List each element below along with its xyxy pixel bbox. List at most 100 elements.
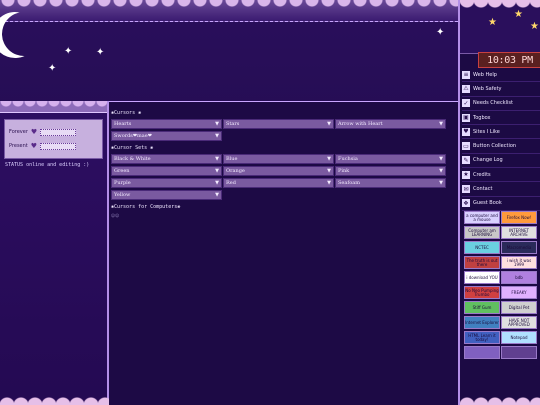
nav-button-collection[interactable]: ▭ Button Collection [462, 139, 540, 154]
left-lace-border [0, 101, 107, 113]
heart-icon: ♥ [30, 142, 38, 150]
sidebar-header: ★ ★ ★ [460, 0, 540, 54]
nav-web-help[interactable]: ≡ Web Help [462, 68, 540, 83]
chevron-down-icon: ▼ [439, 168, 443, 174]
cursor-dropdown-swords[interactable]: Swords❤mae❤ ▼ [111, 131, 222, 141]
cursor-set-dropdown[interactable]: Yellow ▼ [111, 190, 222, 200]
link-banner-button[interactable]: i wish it was 1999 [501, 256, 537, 269]
cursor-set-dropdown[interactable]: Orange ▼ [223, 166, 334, 176]
chevron-down-icon: ▼ [215, 180, 219, 186]
button-icon: ▭ [462, 142, 470, 151]
cursor-dropdown-arrow-heart[interactable]: Arrow with Heart ▼ [335, 119, 446, 129]
top-lace-border [0, 0, 458, 22]
link-banner-button[interactable]: Computer am LEARNING [464, 226, 500, 239]
nav-change-log[interactable]: ✎ Change Log [462, 154, 540, 169]
cursor-set-dropdown[interactable]: Green ▼ [111, 166, 222, 176]
chevron-down-icon: ▼ [439, 156, 443, 162]
chevron-down-icon: ▼ [215, 192, 219, 198]
sidebar-nav: ≡ Web Help ⚠ Web Safety ✓ Needs Checklist ▣… [462, 68, 540, 211]
nav-web-safety[interactable]: ⚠ Web Safety [462, 82, 540, 97]
star-icon: ★ [514, 9, 523, 20]
chevron-down-icon: ▼ [215, 168, 219, 174]
banner-row [464, 346, 538, 359]
link-banner-button[interactable]: Notepad [501, 331, 537, 344]
nav-sites-i-like[interactable]: ♥ Sites I Like [462, 125, 540, 140]
sparkle-icon: ✦ [436, 27, 445, 38]
cursor-set-dropdown[interactable]: Red ▼ [223, 178, 334, 188]
checklist-icon: ✓ [462, 99, 470, 108]
link-banner-button[interactable]: No Neo Pumping Trumbo [464, 286, 500, 299]
link-banner-button[interactable]: Digital Pet [501, 301, 537, 314]
nav-guest-book[interactable]: ❖ Guest Book [462, 197, 540, 211]
link-banner-button[interactable] [464, 346, 500, 359]
mail-icon: ✉ [462, 185, 470, 194]
main-content: ❀Cursors ❀ Hearts ▼ Stars ▼ Arrow with Hea… [109, 101, 458, 405]
star-icon: ★ [488, 17, 497, 28]
link-banner-button[interactable]: a computer and a mouse [464, 211, 500, 224]
cursor-set-dropdown[interactable]: Purple ▼ [111, 178, 222, 188]
warning-icon: ⚠ [462, 84, 470, 93]
sparkle-icon: ✦ [64, 46, 73, 57]
link-banner-button[interactable]: Stiff Gum [464, 301, 500, 314]
list-icon: ≡ [462, 70, 470, 79]
cursor-set-dropdown[interactable]: Blue ▼ [223, 154, 334, 164]
nav-credits[interactable]: ★ Credits [462, 168, 540, 183]
link-banner-button[interactable]: The truth is out there [464, 256, 500, 269]
cursor-sets-heading: ❀Cursor Sets ❀ [111, 145, 154, 151]
button-banner-grid: a computer and a mouse Firefox Now! Comput… [464, 211, 538, 361]
computers-note: ☺☺ [111, 213, 120, 218]
link-banner-button[interactable]: Firefox Now! [501, 211, 537, 224]
heart-icon: ♥ [30, 128, 38, 136]
banner-row: HTML Learn it today! Notepad [464, 331, 538, 344]
chevron-down-icon: ▼ [327, 168, 331, 174]
cursor-set-dropdown[interactable]: Seafoam ▼ [335, 178, 446, 188]
cursors-heading: ❀Cursors ❀ [111, 110, 142, 116]
nav-contact[interactable]: ✉ Contact [462, 182, 540, 197]
link-banner-button[interactable]: i download YOU [464, 271, 500, 284]
cursor-set-dropdown[interactable]: Fuchsia ▼ [335, 154, 446, 164]
banner-row: No Neo Pumping Trumbo FREAKY [464, 286, 538, 299]
chevron-down-icon: ▼ [327, 156, 331, 162]
link-banner-button[interactable]: bdb [501, 271, 537, 284]
right-sidebar: ★ ★ ★ 10:03 PM ≡ Web Help ⚠ Web Safety ✓ Ne… [458, 0, 540, 405]
cursors-grid: Hearts ▼ Stars ▼ Arrow with Heart ▼ Swords❤… [111, 119, 456, 141]
star-icon: ★ [530, 21, 539, 32]
chevron-down-icon: ▼ [439, 121, 443, 127]
status-row-present: Present ♥ [9, 142, 77, 150]
link-banner-button[interactable]: HTML Learn it today! [464, 331, 500, 344]
cursor-set-dropdown[interactable]: Black & White ▼ [111, 154, 222, 164]
link-banner-button[interactable]: INTERNET ARCHIVE [501, 226, 537, 239]
link-banner-button[interactable]: Macromedia [501, 241, 537, 254]
chevron-down-icon: ▼ [327, 121, 331, 127]
cursor-dropdown-hearts[interactable]: Hearts ▼ [111, 119, 222, 129]
link-banner-button[interactable]: HAVE NOT APPROVED [501, 316, 537, 329]
sidebar-bottom-lace [460, 393, 540, 405]
banner-row: The truth is out there i wish it was 1999 [464, 256, 538, 269]
book-icon: ❖ [462, 199, 470, 208]
link-banner-button[interactable]: NCTEC [464, 241, 500, 254]
link-banner-button[interactable]: FREAKY [501, 286, 537, 299]
link-banner-button[interactable] [501, 346, 537, 359]
banner-row: Stiff Gum Digital Pet [464, 301, 538, 314]
box-icon: ▣ [462, 113, 470, 122]
left-status-panel: Forever ♥ Present ♥ STATUS online and ed… [0, 101, 109, 405]
computers-heading: ❀Cursors for Computers❀ [111, 204, 181, 210]
chevron-down-icon: ▼ [215, 121, 219, 127]
nav-togbox[interactable]: ▣ Togbox [462, 111, 540, 126]
sparkle-icon: ✦ [96, 47, 105, 58]
left-bottom-lace [0, 389, 109, 405]
banner-row: i download YOU bdb [464, 271, 538, 284]
banner-row: Computer am LEARNING INTERNET ARCHIVE [464, 226, 538, 239]
cursor-set-dropdown[interactable]: Pink ▼ [335, 166, 446, 176]
log-icon: ✎ [462, 156, 470, 165]
link-banner-button[interactable]: Internet Explorer [464, 316, 500, 329]
banner-row: Internet Explorer HAVE NOT APPROVED [464, 316, 538, 329]
status-meter [40, 128, 77, 136]
chevron-down-icon: ▼ [327, 180, 331, 186]
banner-row: NCTEC Macromedia [464, 241, 538, 254]
nav-needs-checklist[interactable]: ✓ Needs Checklist [462, 97, 540, 111]
status-box: Forever ♥ Present ♥ [4, 119, 103, 159]
cursor-dropdown-stars[interactable]: Stars ▼ [223, 119, 334, 129]
status-text: STATUS online and editing :) [5, 162, 90, 168]
status-meter [40, 142, 77, 150]
